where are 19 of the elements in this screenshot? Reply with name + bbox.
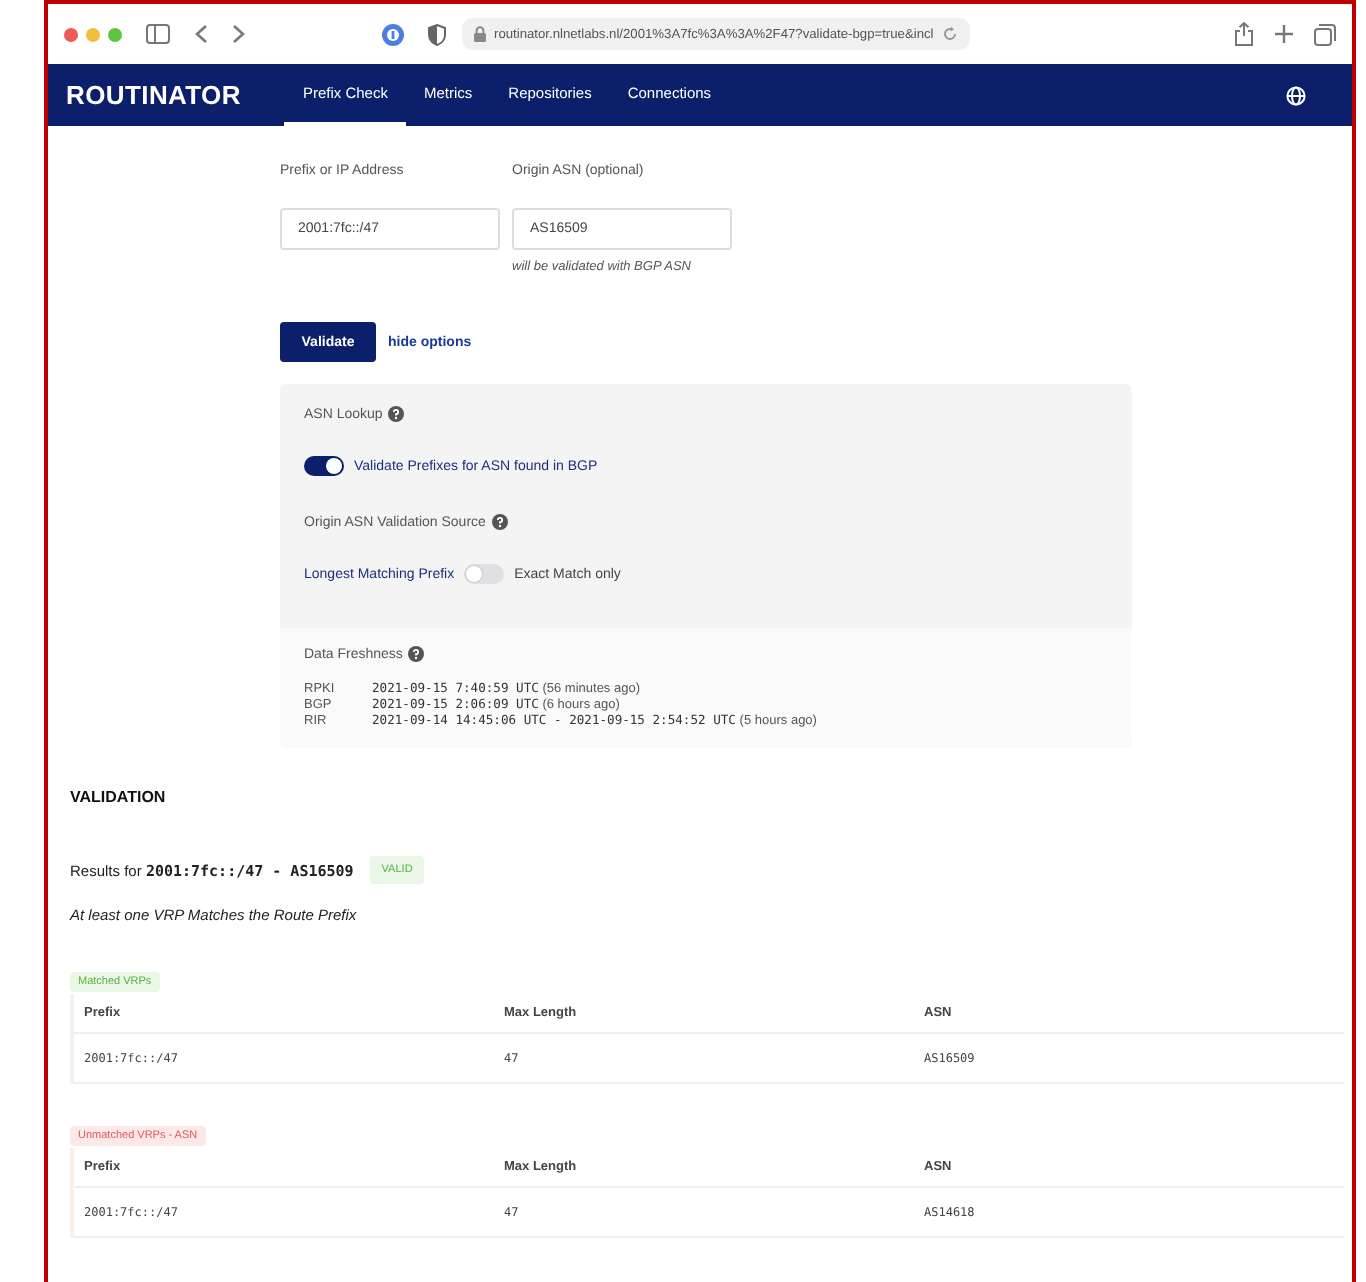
tabs-overview-icon[interactable] — [1314, 23, 1336, 45]
close-window-icon[interactable] — [64, 27, 78, 41]
logo[interactable]: ROUTINATOR — [66, 80, 241, 110]
reload-icon[interactable] — [941, 26, 958, 42]
back-icon[interactable] — [194, 24, 208, 44]
sidebar-icon[interactable] — [146, 24, 170, 44]
shield-icon[interactable] — [428, 23, 446, 45]
help-icon[interactable] — [408, 646, 425, 662]
toggle-switch[interactable] — [464, 564, 505, 584]
forward-icon[interactable] — [232, 24, 246, 44]
new-tab-icon[interactable] — [1274, 24, 1294, 44]
section-heading: VALIDATION — [70, 788, 168, 806]
toggle-switch[interactable] — [304, 456, 344, 476]
share-icon[interactable] — [1234, 22, 1254, 46]
password-manager-icon[interactable] — [382, 23, 404, 45]
help-icon[interactable] — [388, 406, 405, 422]
lock-icon — [474, 26, 486, 42]
help-icon[interactable] — [491, 514, 508, 530]
globe-icon[interactable] — [1286, 85, 1306, 105]
